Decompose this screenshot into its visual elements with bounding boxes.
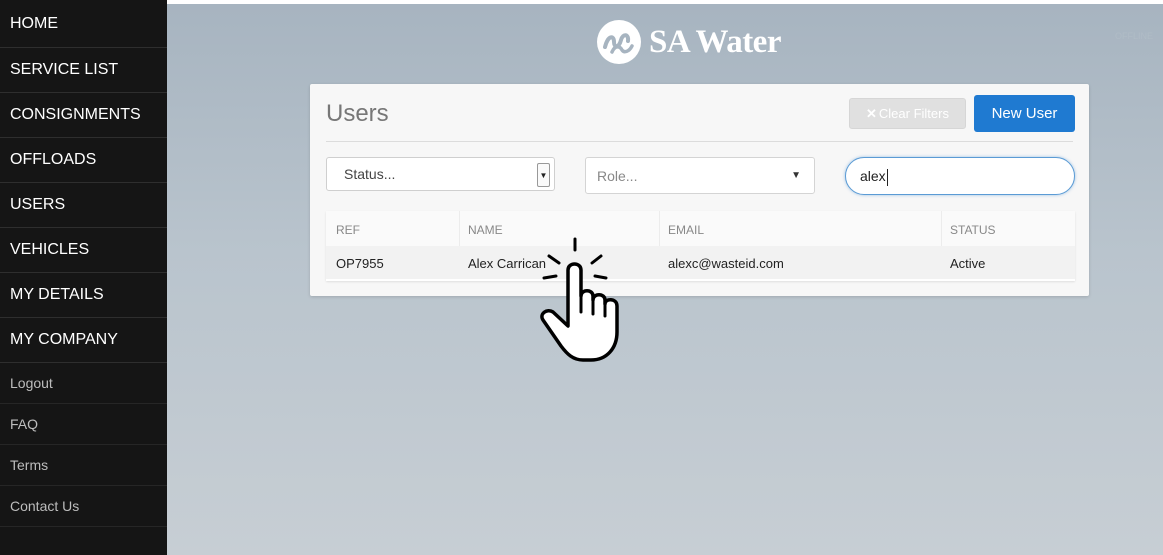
sidebar: HOME SERVICE LIST CONSIGNMENTS OFFLOADS … — [0, 0, 167, 555]
table-header: REF NAME EMAIL STATUS — [326, 211, 1075, 247]
divider — [326, 141, 1073, 142]
sidebar-item-my-company[interactable]: MY COMPANY — [0, 318, 167, 363]
sa-water-logo-icon — [597, 20, 641, 64]
clear-filters-button[interactable]: ✕ Clear Filters — [849, 98, 966, 129]
column-header-status[interactable]: STATUS — [950, 223, 996, 237]
chevron-down-icon: ▼ — [537, 163, 550, 187]
sidebar-item-consignments[interactable]: CONSIGNMENTS — [0, 93, 167, 138]
new-user-button[interactable]: New User — [974, 95, 1075, 132]
search-input[interactable]: alex — [845, 157, 1075, 195]
caret-down-icon: ▼ — [791, 170, 801, 181]
cell-ref: OP7955 — [336, 256, 384, 271]
status-select[interactable]: Status... ▼ — [326, 157, 555, 191]
role-select-value: Role... — [597, 168, 638, 184]
column-divider — [941, 211, 942, 246]
close-icon: ✕ — [866, 105, 877, 121]
pointing-hand-cursor-icon — [540, 237, 619, 362]
status-select-value: Status... — [344, 166, 396, 182]
sidebar-item-logout[interactable]: Logout — [0, 363, 167, 404]
search-input-value: alex — [860, 168, 888, 186]
main-content: OFFLINE SA Water Users ✕ Clear Filters N… — [167, 4, 1163, 555]
sidebar-item-my-details[interactable]: MY DETAILS — [0, 273, 167, 318]
page-title: Users — [326, 100, 389, 127]
sidebar-item-users[interactable]: USERS — [0, 183, 167, 228]
users-panel: Users ✕ Clear Filters New User Status...… — [310, 84, 1089, 296]
sidebar-item-home[interactable]: HOME — [0, 0, 167, 48]
status-text: OFFLINE — [1114, 31, 1153, 41]
column-header-ref[interactable]: REF — [336, 223, 360, 237]
logo-text: SA Water — [649, 23, 781, 60]
column-header-name[interactable]: NAME — [468, 223, 503, 237]
table-row[interactable]: OP7955 Alex Carrican alexc@wasteid.com A… — [326, 246, 1075, 279]
sa-water-logo: SA Water — [597, 20, 781, 64]
sidebar-item-faq[interactable]: FAQ — [0, 404, 167, 445]
column-divider — [659, 211, 660, 246]
column-header-email[interactable]: EMAIL — [668, 223, 704, 237]
clear-filters-label: Clear Filters — [878, 106, 949, 121]
sidebar-item-terms[interactable]: Terms — [0, 445, 167, 486]
cell-status: Active — [950, 256, 986, 271]
column-divider — [459, 211, 460, 246]
users-table: REF NAME EMAIL STATUS OP7955 Alex Carric… — [326, 211, 1075, 281]
sidebar-item-vehicles[interactable]: VEHICLES — [0, 228, 167, 273]
sidebar-item-service-list[interactable]: SERVICE LIST — [0, 48, 167, 93]
sidebar-item-contact-us[interactable]: Contact Us — [0, 486, 167, 527]
sidebar-item-offloads[interactable]: OFFLOADS — [0, 138, 167, 183]
cell-email: alexc@wasteid.com — [668, 256, 784, 271]
role-select[interactable]: Role... ▼ — [585, 157, 815, 194]
